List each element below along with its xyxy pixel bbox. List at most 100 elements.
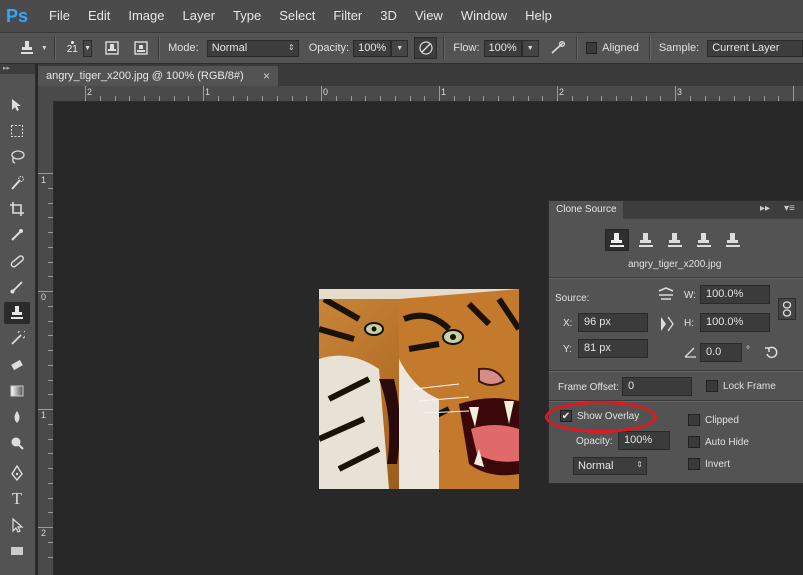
ruler-tick bbox=[129, 96, 131, 101]
brush-size-dropdown[interactable]: ▼ bbox=[82, 39, 93, 57]
tiger-image[interactable] bbox=[319, 289, 519, 489]
angle-field[interactable]: 0.0 bbox=[700, 343, 742, 362]
clone-source-panel-icon[interactable] bbox=[129, 37, 152, 59]
clone-source-1-button[interactable] bbox=[605, 229, 629, 251]
healing-brush-tool-icon[interactable] bbox=[4, 250, 30, 272]
eyedropper-tool-icon[interactable] bbox=[4, 224, 30, 246]
rectangle-tool-icon[interactable] bbox=[4, 540, 30, 562]
clone-stamp-tool-icon[interactable] bbox=[4, 302, 30, 324]
eraser-tool-icon[interactable] bbox=[4, 354, 30, 376]
collapse-icon[interactable]: ▸▸ bbox=[0, 64, 35, 74]
sample-dropdown[interactable]: Current Layer bbox=[707, 39, 803, 57]
offset-x-field[interactable]: 96 px bbox=[578, 313, 648, 332]
width-field[interactable]: 100.0% bbox=[700, 285, 770, 304]
ruler-tick bbox=[38, 291, 53, 292]
airbrush-icon[interactable] bbox=[547, 37, 570, 59]
mode-dropdown[interactable]: Normal ⇕ bbox=[206, 39, 299, 57]
menu-3d[interactable]: 3D bbox=[371, 0, 406, 32]
invert-checkbox[interactable] bbox=[688, 458, 700, 470]
ruler-tick bbox=[350, 96, 352, 101]
opacity-field[interactable]: 100% bbox=[353, 39, 392, 57]
offset-y-field[interactable]: 81 px bbox=[578, 339, 648, 358]
flow-value: 100% bbox=[488, 42, 517, 54]
auto-hide-checkbox[interactable] bbox=[688, 436, 700, 448]
opacity-dropdown[interactable]: ▼ bbox=[391, 39, 409, 57]
ruler-tick bbox=[173, 96, 175, 101]
collapse-panel-icon[interactable]: ▸▸ bbox=[760, 203, 770, 214]
marquee-tool-icon[interactable] bbox=[4, 120, 30, 142]
clone-source-3-button[interactable] bbox=[663, 229, 687, 251]
path-selection-tool-icon[interactable] bbox=[4, 514, 30, 536]
clone-source-2-button[interactable] bbox=[634, 229, 658, 251]
reset-transform-icon[interactable] bbox=[657, 287, 675, 304]
ruler-tick bbox=[468, 96, 470, 101]
pen-tool-icon[interactable] bbox=[4, 462, 30, 484]
flow-dropdown[interactable]: ▼ bbox=[521, 39, 539, 57]
ruler-tick bbox=[188, 96, 190, 101]
reset-angle-icon[interactable] bbox=[765, 345, 779, 362]
crop-tool-icon[interactable] bbox=[4, 198, 30, 220]
ruler-tick bbox=[557, 86, 558, 101]
ruler-tick bbox=[586, 96, 588, 101]
height-field[interactable]: 100.0% bbox=[700, 313, 770, 332]
chevron-down-icon[interactable]: ▼ bbox=[41, 45, 48, 52]
dodge-tool-icon[interactable] bbox=[4, 432, 30, 454]
quick-selection-tool-icon[interactable] bbox=[4, 172, 30, 194]
ruler-tick bbox=[527, 96, 529, 101]
offset-x-label: X: bbox=[563, 318, 573, 329]
degree-symbol: ° bbox=[746, 345, 750, 356]
clone-source-5-button[interactable] bbox=[721, 229, 745, 251]
brush-tool-icon[interactable] bbox=[4, 276, 30, 298]
brush-panel-icon[interactable] bbox=[100, 37, 123, 59]
menu-select[interactable]: Select bbox=[270, 0, 324, 32]
ruler-tick bbox=[99, 96, 101, 101]
document-tab[interactable]: angry_tiger_x200.jpg @ 100% (RGB/8#) × bbox=[38, 66, 278, 86]
type-tool-icon[interactable]: T bbox=[4, 488, 30, 510]
frame-offset-field[interactable]: 0 bbox=[622, 377, 692, 396]
ruler-tick bbox=[48, 468, 53, 469]
ruler-tick bbox=[778, 96, 780, 101]
menu-file[interactable]: File bbox=[40, 0, 79, 32]
panel-menu-icon[interactable]: ▾≡ bbox=[784, 203, 795, 214]
blur-tool-icon[interactable] bbox=[4, 406, 30, 428]
ruler-tick bbox=[48, 305, 53, 307]
brush-size-picker[interactable]: 21 bbox=[62, 41, 83, 55]
ruler-tick bbox=[114, 96, 116, 101]
ruler-tick bbox=[704, 96, 706, 101]
ruler-tick bbox=[85, 86, 86, 101]
history-brush-tool-icon[interactable] bbox=[4, 328, 30, 350]
clipped-checkbox[interactable] bbox=[688, 414, 700, 426]
flow-field[interactable]: 100% bbox=[483, 39, 522, 57]
lock-frame-checkbox[interactable] bbox=[706, 380, 718, 392]
source-label: Source: bbox=[555, 293, 590, 304]
overlay-blend-dropdown[interactable]: Normal ⇕ bbox=[573, 457, 647, 475]
menu-help[interactable]: Help bbox=[516, 0, 561, 32]
menu-edit[interactable]: Edit bbox=[79, 0, 119, 32]
ruler-tick bbox=[394, 96, 396, 101]
divider bbox=[549, 277, 803, 279]
menu-type[interactable]: Type bbox=[224, 0, 270, 32]
lasso-tool-icon[interactable] bbox=[4, 146, 30, 168]
ruler-label: 2 bbox=[559, 87, 565, 97]
menu-layer[interactable]: Layer bbox=[174, 0, 225, 32]
pressure-opacity-icon[interactable] bbox=[414, 37, 438, 59]
menu-view[interactable]: View bbox=[406, 0, 452, 32]
aligned-checkbox[interactable] bbox=[585, 42, 598, 54]
ruler-tick bbox=[48, 202, 53, 204]
ruler-tick bbox=[675, 86, 676, 101]
aligned-label: Aligned bbox=[602, 42, 639, 54]
ruler-tick bbox=[365, 96, 367, 101]
panel-tab-clone-source[interactable]: Clone Source bbox=[549, 201, 623, 219]
menu-window[interactable]: Window bbox=[452, 0, 516, 32]
highlight-ring bbox=[545, 401, 657, 433]
close-icon[interactable]: × bbox=[263, 66, 270, 86]
flip-icon[interactable] bbox=[657, 315, 675, 336]
menu-image[interactable]: Image bbox=[119, 0, 173, 32]
overlay-opacity-field[interactable]: 100% bbox=[618, 431, 670, 450]
clone-source-4-button[interactable] bbox=[692, 229, 716, 251]
menu-filter[interactable]: Filter bbox=[324, 0, 371, 32]
link-icon[interactable] bbox=[778, 298, 796, 320]
clone-stamp-preset-icon[interactable] bbox=[16, 37, 39, 59]
move-tool-icon[interactable] bbox=[4, 94, 30, 116]
gradient-tool-icon[interactable] bbox=[4, 380, 30, 402]
